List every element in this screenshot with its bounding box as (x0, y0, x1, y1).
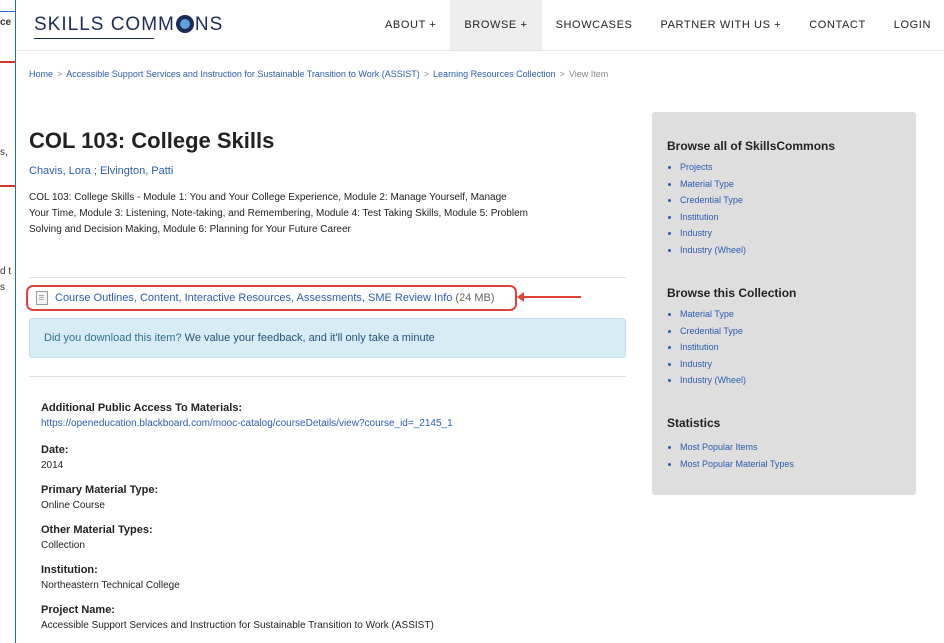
sidebar-list-item: Institution (680, 339, 746, 356)
sidebar: Browse all of SkillsCommons Projects Mat… (652, 112, 916, 495)
sidebar-heading: Browse all of SkillsCommons (667, 139, 836, 153)
sidebar-list-item: Projects (680, 159, 746, 176)
sidebar-link-industry-wheel[interactable]: Industry (Wheel) (680, 245, 746, 255)
sidebar-list-item: Material Type (680, 306, 746, 323)
sidebar-link-institution[interactable]: Institution (680, 342, 719, 352)
background-red-line (0, 61, 16, 63)
breadcrumb-collection[interactable]: Learning Resources Collection (433, 69, 556, 79)
metadata-label: Primary Material Type: (41, 484, 159, 496)
sidebar-link-credential-type[interactable]: Credential Type (680, 326, 743, 336)
metadata-value: Collection (41, 540, 85, 551)
background-window-topbar (0, 0, 16, 12)
background-text-fragment: s (0, 282, 5, 293)
nav-login[interactable]: LOGIN (880, 0, 944, 50)
file-size: (24 MB) (455, 292, 495, 304)
sidebar-list-item: Industry (680, 225, 746, 242)
globe-icon (175, 15, 194, 33)
breadcrumb-home[interactable]: Home (29, 69, 53, 79)
background-window: ce s, d t s (0, 0, 16, 642)
author-link[interactable]: Chavis, Lora (29, 165, 91, 177)
background-text-fragment: d t (0, 266, 12, 277)
breadcrumb-separator: > (57, 69, 63, 79)
metadata-label: Other Material Types: (41, 524, 153, 536)
sidebar-list-item: Most Popular Material Types (680, 456, 794, 473)
sidebar-list: Material Type Credential Type Institutio… (667, 306, 746, 389)
author-separator: ; (90, 165, 100, 177)
annotation-arrow-icon (517, 292, 581, 302)
item-authors: Chavis, Lora ; Elvington, Patti (29, 165, 173, 177)
background-red-line (0, 185, 16, 187)
sidebar-list-item: Credential Type (680, 323, 746, 340)
nav-about[interactable]: ABOUT + (371, 0, 450, 50)
sidebar-list-item: Institution (680, 209, 746, 226)
metadata-label: Additional Public Access To Materials: (41, 402, 243, 414)
divider (29, 376, 626, 377)
sidebar-list-item: Industry (Wheel) (680, 242, 746, 259)
author-link[interactable]: Elvington, Patti (100, 165, 173, 177)
page-title: COL 103: College Skills (29, 128, 275, 153)
sidebar-list-item: Credential Type (680, 192, 746, 209)
logo-underline (34, 38, 154, 39)
metadata-field: Project Name: Accessible Support Service… (41, 604, 641, 631)
breadcrumb: Home > Accessible Support Services and Ins… (29, 69, 608, 79)
metadata-value: Online Course (41, 500, 105, 511)
sidebar-heading: Browse this Collection (667, 286, 797, 300)
feedback-link[interactable]: We value your feedback, and it'll only t… (185, 332, 435, 344)
metadata-field: Additional Public Access To Materials: h… (41, 402, 641, 429)
metadata-field: Institution: Northeastern Technical Coll… (41, 564, 641, 591)
main-menu: ABOUT + BROWSE + SHOWCASES PARTNER WITH … (371, 0, 944, 50)
browser-page: SKILLS COMM NS ABOUT + BROWSE + SHOWCASES… (15, 0, 944, 643)
sidebar-heading: Statistics (667, 416, 721, 430)
sidebar-list-item: Material Type (680, 176, 746, 193)
nav-contact[interactable]: CONTACT (795, 0, 880, 50)
sidebar-list-item: Industry (680, 356, 746, 373)
file-download-link[interactable]: Course Outlines, Content, Interactive Re… (55, 292, 452, 304)
divider (29, 277, 626, 278)
sidebar-list: Most Popular Items Most Popular Material… (667, 439, 794, 472)
metadata-value: Accessible Support Services and Instruct… (41, 620, 434, 631)
metadata-value: Northeastern Technical College (41, 580, 180, 591)
sidebar-link-credential-type[interactable]: Credential Type (680, 195, 743, 205)
breadcrumb-separator: > (423, 69, 430, 79)
feedback-alert: Did you download this item? We value you… (29, 318, 626, 358)
background-text-fragment: s, (0, 147, 8, 158)
sidebar-link-material-type[interactable]: Material Type (680, 309, 734, 319)
metadata-field: Date: 2014 (41, 444, 641, 471)
nav-showcases[interactable]: SHOWCASES (542, 0, 647, 50)
sidebar-list: Projects Material Type Credential Type I… (667, 159, 746, 259)
sidebar-link-industry-wheel[interactable]: Industry (Wheel) (680, 375, 746, 385)
sidebar-link-industry[interactable]: Industry (680, 228, 712, 238)
sidebar-link-institution[interactable]: Institution (680, 212, 719, 222)
sidebar-link-material-type[interactable]: Material Type (680, 179, 734, 189)
item-abstract: COL 103: College Skills - Module 1: You … (29, 192, 528, 235)
top-nav: SKILLS COMM NS ABOUT + BROWSE + SHOWCASES… (16, 0, 944, 51)
metadata-label: Institution: (41, 564, 98, 576)
breadcrumb-project[interactable]: Accessible Support Services and Instruct… (66, 69, 420, 79)
sidebar-link-most-popular-items[interactable]: Most Popular Items (680, 442, 758, 452)
metadata-field: Primary Material Type: Online Course (41, 484, 641, 511)
metadata-label: Project Name: (41, 604, 115, 616)
nav-partner-with-us[interactable]: PARTNER WITH US + (646, 0, 795, 50)
metadata-value: 2014 (41, 460, 64, 471)
sidebar-list-item: Most Popular Items (680, 439, 794, 456)
file-download-row: Course Outlines, Content, Interactive Re… (26, 285, 517, 311)
sidebar-list-item: Industry (Wheel) (680, 372, 746, 389)
metadata-field: Other Material Types: Collection (41, 524, 641, 551)
background-text-fragment: ce (0, 17, 12, 28)
metadata-url-link[interactable]: https://openeducation.blackboard.com/moo… (41, 418, 641, 429)
sidebar-link-industry[interactable]: Industry (680, 359, 712, 369)
logo-text-end: NS (194, 14, 224, 35)
sidebar-link-projects[interactable]: Projects (680, 162, 713, 172)
metadata-label: Date: (41, 444, 69, 456)
breadcrumb-current: View Item (568, 69, 609, 79)
logo-text: SKILLS COMM (34, 14, 175, 35)
site-logo[interactable]: SKILLS COMM NS (34, 14, 224, 39)
document-icon (36, 291, 48, 305)
feedback-question: Did you download this item? (44, 332, 182, 344)
nav-browse[interactable]: BROWSE + (450, 0, 542, 50)
sidebar-link-most-popular-material-types[interactable]: Most Popular Material Types (680, 459, 794, 469)
breadcrumb-separator: > (559, 69, 565, 79)
